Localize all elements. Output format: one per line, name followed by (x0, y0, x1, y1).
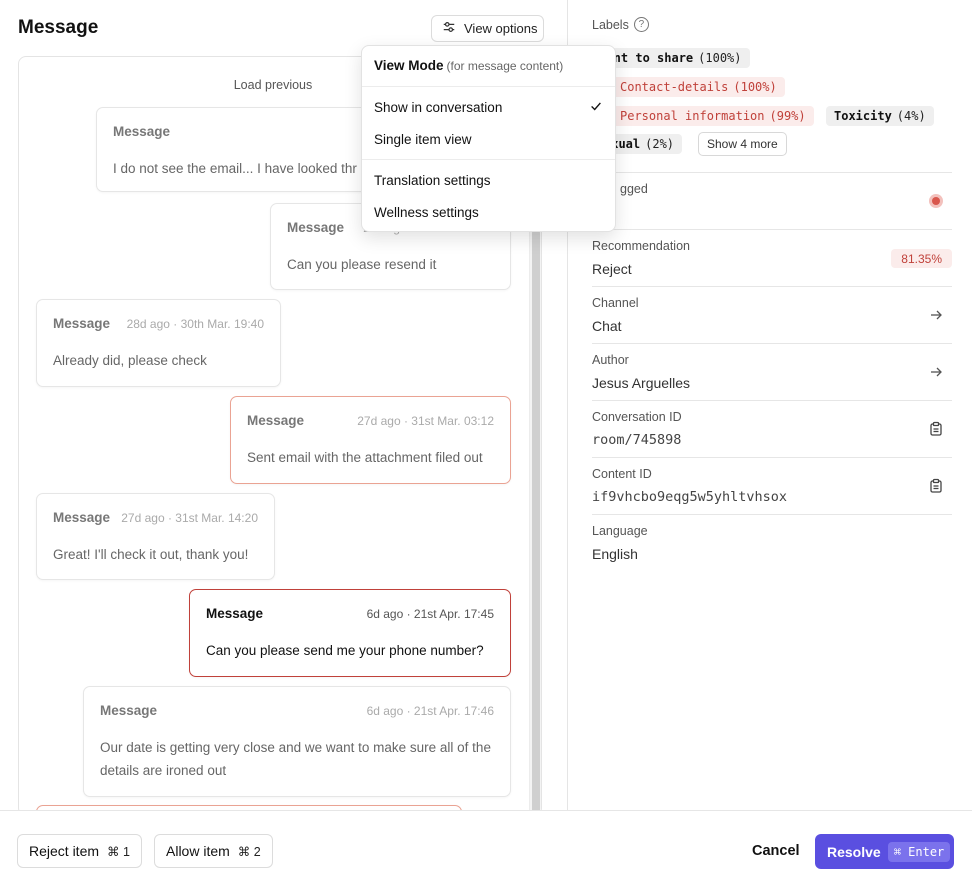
tag-percent: (2%) (645, 137, 675, 151)
author-label: Author (592, 353, 629, 367)
conversation-id-label: Conversation ID (592, 410, 682, 424)
menu-item-label: Single item view (374, 131, 472, 147)
arrow-right-icon[interactable] (928, 364, 944, 380)
label-tag[interactable]: Toxicity (4%) (826, 106, 934, 126)
labels-title: Labels (592, 17, 629, 32)
menu-item-show-in-conversation[interactable]: Show in conversation (374, 98, 603, 116)
flagged-indicator-icon (929, 194, 943, 208)
message-meta: 6d ago · 21st Apr. 17:45 (366, 607, 494, 621)
reject-item-label: Reject item (29, 843, 100, 859)
content-id-label: Content ID (592, 467, 652, 481)
tag-percent: (99%) (769, 109, 806, 123)
content-id-value: if9vhcbo9eqg5w5yhltvhsox (592, 489, 788, 505)
resolve-shortcut: ⌘ Enter (887, 841, 951, 862)
menu-divider (362, 86, 615, 87)
language-value: English (592, 546, 638, 562)
reject-shortcut: ⌘ 1 (107, 844, 130, 859)
tag-percent: (100%) (698, 51, 742, 65)
tag-percent: (100%) (733, 80, 777, 94)
view-mode-subtitle: (for message content) (446, 59, 564, 73)
show-more-labels-button[interactable]: Show 4 more (698, 132, 787, 156)
channel-value: Chat (592, 318, 622, 334)
message-label: Message (287, 220, 345, 235)
language-row: Language English (592, 514, 952, 571)
allow-shortcut: ⌘ 2 (237, 844, 261, 859)
tag-name: Contact-details (620, 80, 729, 94)
menu-divider (362, 159, 615, 160)
language-label: Language (592, 524, 648, 538)
details-panel: Labels ? ntent to share (100%) Contact-de… (568, 0, 972, 810)
label-tag[interactable]: Personal information (99%) (612, 106, 814, 126)
clipboard-icon[interactable] (928, 478, 944, 494)
menu-item-label: Wellness settings (374, 204, 479, 220)
recommendation-value: Reject (592, 261, 632, 277)
message-label: Message (113, 124, 171, 139)
view-options-label: View options (464, 21, 538, 36)
tag-percent: (4%) (896, 109, 926, 123)
allow-item-label: Allow item (166, 843, 230, 859)
conversation-id-row: Conversation ID room/745898 (592, 400, 952, 457)
message-label: Message (53, 510, 111, 525)
view-mode-heading: View Mode (for message content) (374, 58, 563, 73)
channel-label: Channel (592, 296, 639, 310)
scrollbar-thumb[interactable] (532, 231, 540, 815)
message-body: Already did, please check (53, 353, 207, 368)
recommendation-label: Recommendation (592, 239, 690, 253)
author-value: Jesus Arguelles (592, 375, 691, 391)
sliders-icon (442, 20, 456, 37)
author-row[interactable]: Author Jesus Arguelles (592, 343, 952, 400)
message-label: Message (100, 703, 158, 718)
view-mode-title: View Mode (374, 58, 444, 73)
message-label: Message (53, 316, 111, 331)
message-label: Message (247, 413, 305, 428)
content-id-row: Content ID if9vhcbo9eqg5w5yhltvhsox (592, 457, 952, 514)
menu-item-wellness-settings[interactable]: Wellness settings (374, 203, 603, 221)
action-footer: Reject item ⌘ 1 Allow item ⌘ 2 Cancel Re… (0, 810, 972, 886)
message-card[interactable]: Message 28d ago · 30th Mar. 19:40 Alread… (36, 299, 281, 387)
menu-item-single-item-view[interactable]: Single item view (374, 130, 603, 148)
message-card-flagged[interactable]: Message 27d ago · 31st Mar. 03:12 Sent e… (230, 396, 511, 484)
checkmark-icon (589, 99, 603, 116)
message-card[interactable]: Message 27d ago · 31st Mar. 14:20 Great!… (36, 493, 275, 580)
resolve-button[interactable]: Resolve ⌘ Enter (815, 834, 954, 869)
message-meta: 27d ago · 31st Mar. 14:20 (121, 511, 258, 525)
message-meta: 6d ago · 21st Apr. 17:46 (366, 704, 494, 718)
message-label: Message (206, 606, 264, 621)
flagged-row: gged (592, 172, 952, 229)
flagged-label: gged (620, 182, 648, 196)
message-card-selected[interactable]: Message 6d ago · 21st Apr. 17:45 Can you… (189, 589, 511, 677)
conversation-panel: Message View options Load previous Messa… (0, 0, 616, 816)
message-body: Sent email with the attachment filed out (247, 450, 483, 465)
page-title: Message (18, 17, 99, 38)
resolve-label: Resolve (827, 843, 881, 860)
message-body: Can you please send me your phone number… (206, 643, 484, 658)
menu-item-translation-settings[interactable]: Translation settings (374, 171, 603, 189)
reject-item-button[interactable]: Reject item ⌘ 1 (17, 834, 142, 868)
message-meta: 27d ago · 31st Mar. 03:12 (357, 414, 494, 428)
arrow-right-icon[interactable] (928, 307, 944, 323)
message-body: Great! I'll check it out, thank you! (53, 547, 249, 562)
help-icon[interactable]: ? (633, 17, 649, 32)
allow-item-button[interactable]: Allow item ⌘ 2 (154, 834, 273, 868)
tag-name: Personal information (620, 109, 765, 123)
view-options-menu: View Mode (for message content) Show in c… (361, 45, 616, 232)
label-tag[interactable]: Contact-details (100%) (612, 77, 785, 97)
menu-item-label: Translation settings (374, 172, 491, 188)
tag-name: Toxicity (834, 109, 892, 123)
clipboard-icon[interactable] (928, 421, 944, 437)
recommendation-score-badge: 81.35% (891, 249, 952, 268)
channel-row[interactable]: Channel Chat (592, 286, 952, 343)
message-body: Our date is getting very close and we wa… (100, 740, 491, 778)
message-card[interactable]: Message 6d ago · 21st Apr. 17:46 Our dat… (83, 686, 511, 797)
recommendation-row: Recommendation Reject 81.35% (592, 229, 952, 286)
labels-heading: Labels ? (592, 17, 649, 32)
message-meta: 28d ago · 30th Mar. 19:40 (126, 317, 264, 331)
message-body: Can you please resend it (287, 257, 437, 272)
view-options-button[interactable]: View options (431, 15, 544, 42)
cancel-button[interactable]: Cancel (752, 843, 800, 859)
menu-item-label: Show in conversation (374, 99, 503, 115)
conversation-id-value: room/745898 (592, 432, 682, 448)
